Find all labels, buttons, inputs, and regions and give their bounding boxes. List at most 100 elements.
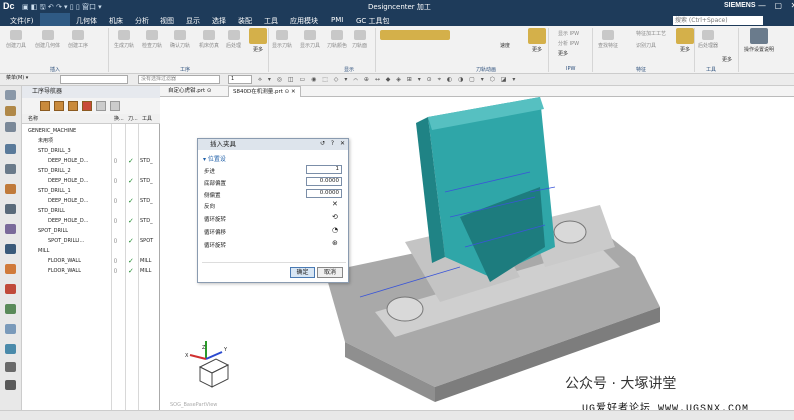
column-toolpath[interactable]: 刀... [128,114,138,124]
menu-gc-toolkit[interactable]: GC 工具包 [356,16,390,26]
bottom-offset-input[interactable]: 0.0000 [306,177,342,186]
menu-assembly[interactable]: 装配 [238,16,252,26]
program-order-view-icon[interactable] [40,101,50,111]
postprocess-button[interactable]: 后处理 [226,30,241,49]
generate-toolpath-button[interactable]: 生成刀轨 [114,30,134,49]
settings-icon[interactable] [5,90,16,100]
operation-navigator-icon[interactable] [5,144,16,154]
tree-row-tool: STD_ [140,198,153,204]
system-materials-icon[interactable] [5,284,16,294]
clock-icon[interactable] [5,362,16,372]
cycle-rotate-2-icon[interactable]: ⊛ [332,239,338,247]
tree-row[interactable]: FLOOR_WALL ▯ ✓ MILL [22,256,160,266]
tree-row[interactable]: DEEP_HOLE_D... ▯ ✓ STD_ [22,156,160,166]
tree-row[interactable]: SPOT_DRILL [22,226,160,236]
verify-toolpath-button[interactable]: 检查刀轨 [142,30,162,49]
show-toolpath-button[interactable]: 显示刀轨 [272,30,292,49]
create-operation-button[interactable]: 创建工序 [68,30,88,49]
nav-option-icon[interactable] [110,101,120,111]
web-browser-icon[interactable] [5,244,16,254]
confirm-toolpath-button[interactable]: 确认刀轨 [170,30,190,49]
tab-s840d-part[interactable]: S840D在机测量.prt ⊙ ✕ [228,86,301,97]
column-name[interactable]: 名称 [28,114,38,124]
show-tool-button[interactable]: 显示刀具 [300,30,320,49]
geometry-view-icon[interactable] [68,101,78,111]
menu-file[interactable]: 文件(F) [10,16,34,26]
part-navigator-icon[interactable] [5,106,16,116]
menu-tools[interactable]: 工具 [264,16,278,26]
step-input[interactable]: 1 [306,165,342,174]
tree-row[interactable]: 未用项 [22,136,160,146]
history-icon[interactable] [5,264,16,274]
operation-more-button[interactable]: 更多 [249,28,267,53]
roles-icon[interactable] [5,324,16,334]
menu-pmi[interactable]: PMI [331,16,343,24]
snap-tools-icon[interactable]: ⟡ ▾ ◎ ◫ ▭ ◉ ⬚ ◇ ▾ ⌒ ⊕ ↔ ◆ ◈ ⊞ ▾ ⊙ ⌖ ◐ ◑ … [258,76,517,84]
tree-row[interactable]: STD_DRILL [22,206,160,216]
selection-filter-dropdown[interactable]: 没有选择过滤器 [138,75,220,84]
toolpath-color-button[interactable]: 刀轨颜色 [327,30,347,49]
create-tool-button[interactable]: 创建刀具 [6,30,26,49]
tree-row[interactable]: DEEP_HOLE_D... ▯ ✓ STD_ [22,196,160,206]
menu-analysis[interactable]: 分析 [135,16,149,26]
feature-more-button[interactable]: 更多 [676,28,694,53]
toolpath-face-button[interactable]: 刀轨面 [352,30,367,49]
speed-slider[interactable]: 速度 [500,42,510,49]
operation-setup-doc-button[interactable]: 操作设置说明 [744,28,774,53]
hd3d-icon[interactable] [5,224,16,234]
nav-option-icon[interactable] [96,101,106,111]
cycle-rotate-icon[interactable]: ⟲ [332,213,338,221]
tree-row[interactable]: STD_DRILL_3 [22,146,160,156]
feature-process-button[interactable]: 特征加工工艺 [636,30,666,37]
menu-geometry[interactable]: 几何体 [76,16,97,26]
reverse-icon[interactable]: ✕ [332,200,338,208]
menu-applications[interactable]: 应用模块 [290,16,318,26]
tree-row[interactable]: SPOT_DRILLI... ▯ ✓ SPOT [22,236,160,246]
scope-number-dropdown[interactable]: 1 [228,75,252,84]
find-feature-button[interactable]: 查找特征 [598,30,618,49]
tools-more-button[interactable]: 更多 [722,56,732,63]
ipw-more-button[interactable]: 更多 [558,50,568,57]
tree-row[interactable]: DEEP_HOLE_D... ▯ ✓ STD_ [22,216,160,226]
animation-controls[interactable] [380,30,450,42]
machine-simulation-button[interactable]: 机床仿真 [199,30,219,49]
teamcenter-icon[interactable] [5,344,16,354]
show-ipw-button[interactable]: 显示 IPW [558,30,579,37]
tree-row[interactable]: STD_DRILL_2 [22,166,160,176]
assembly-navigator-icon[interactable] [5,122,16,132]
cycle-offset-icon[interactable]: ◔ [332,226,338,234]
dialog-title-icons[interactable]: ↺ ? ✕ [320,140,347,147]
column-tool[interactable]: 工具 [142,114,152,124]
command-search-input[interactable]: 搜索 (Ctrl+Space) [673,16,763,25]
machine-navigator-icon[interactable] [5,164,16,174]
reuse-library-icon[interactable] [5,204,16,214]
menu-dropdown[interactable]: 菜单(M) ▾ [4,75,58,84]
menu-machine[interactable]: 机床 [109,16,123,26]
animation-more-button[interactable]: 更多 [528,28,546,53]
window-controls[interactable]: — ▢ ✕ [758,1,794,10]
filter-dropdown[interactable] [60,75,128,84]
tree-row[interactable]: DEEP_HOLE_D... ▯ ✓ STD_ [22,176,160,186]
cancel-button[interactable]: 取消 [317,267,343,278]
tab-vise-part[interactable]: 自定心虎钳.prt ⊙ [164,86,216,97]
tree-row[interactable]: MILL [22,246,160,256]
identify-tool-button[interactable]: 识别刀具 [636,42,656,49]
method-view-icon[interactable] [82,101,92,111]
position-section-header[interactable]: ▾ 位置设 [203,154,226,163]
feature-navigator-icon[interactable] [5,184,16,194]
create-geometry-button[interactable]: 创建几何体 [35,30,60,49]
side-offset-input[interactable]: 0.0000 [306,189,342,198]
column-exchange[interactable]: 换... [114,114,124,124]
process-studio-icon[interactable] [5,304,16,314]
menu-display[interactable]: 显示 [186,16,200,26]
tree-row[interactable]: FLOOR_WALL ▯ ✓ MILL [22,266,160,276]
tree-row[interactable]: GENERIC_MACHINE [22,126,160,136]
menu-select[interactable]: 选择 [212,16,226,26]
analyze-ipw-button[interactable]: 分析 IPW [558,40,579,47]
ok-button[interactable]: 确定 [290,267,315,278]
tree-row[interactable]: STD_DRILL_1 [22,186,160,196]
menu-view[interactable]: 视图 [160,16,174,26]
document-icon[interactable] [5,380,16,390]
postprocessor-button[interactable]: 后处理器 [698,30,718,49]
machine-tool-view-icon[interactable] [54,101,64,111]
